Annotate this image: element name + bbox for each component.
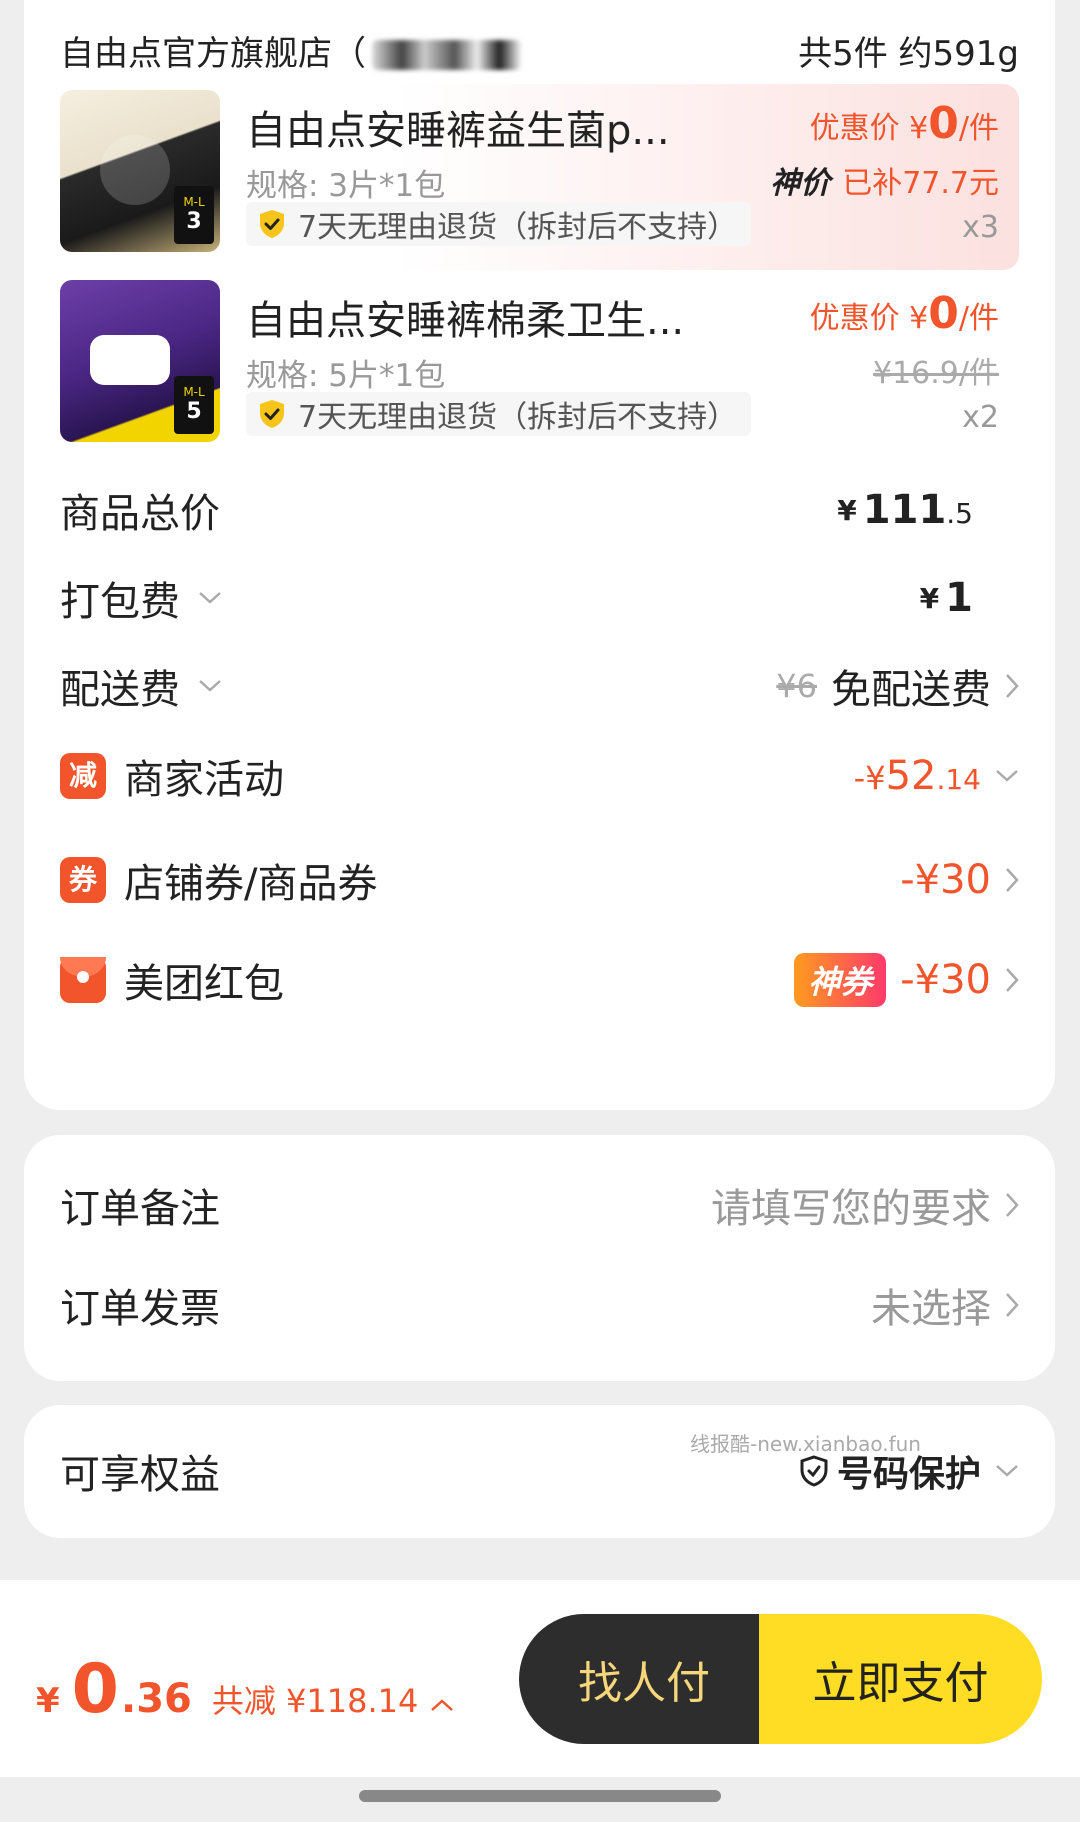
chevron-up-icon[interactable] [430,1698,454,1712]
checkout-bar: ¥ 0 .36 共减 ¥118.14 找人付 立即支付 [0,1580,1080,1777]
packing-fee-value: ¥1 [919,575,973,621]
delivery-fee-row[interactable]: 配送费 ¥6 免配送费 [60,656,1019,716]
product-spec: 规格: 3片*1包 [246,168,446,204]
store-coupon-value: -¥30 [900,857,991,903]
order-remark-input[interactable]: 请填写您的要求 [711,1176,991,1234]
goods-total-label: 商品总价 [60,491,220,537]
product-quantity: x3 [962,210,999,245]
free-delivery-text: 免配送费 [831,667,991,713]
packing-fee-row[interactable]: 打包费 ¥1 [60,568,1019,628]
chevron-right-icon[interactable] [1005,967,1019,993]
delivery-original-fee: ¥6 [776,667,817,705]
shenjia-logo: 神价 [770,166,831,201]
merchant-activity-row[interactable]: 减 商家活动 -¥52.14 [60,746,1019,806]
total-saved: 共减 ¥118.14 [211,1682,419,1720]
return-policy-tag: 7天无理由退货（拆封后不支持） [246,202,752,246]
deal-price: 优惠价 ¥0/件 [809,288,999,339]
rights-card: 可享权益 号码保护 [24,1405,1055,1538]
chevron-right-icon[interactable] [1005,673,1019,699]
return-policy-text: 7天无理由退货（拆封后不支持） [298,210,738,245]
product-quantity: x2 [962,400,999,435]
chevron-right-icon[interactable] [1005,1292,1019,1318]
goods-total-row: 商品总价 ¥111.5 [60,480,1019,540]
order-remark-label: 订单备注 [60,1186,220,1232]
chevron-right-icon[interactable] [1005,1192,1019,1218]
return-policy-text: 7天无理由退货（拆封后不支持） [298,400,738,435]
product-spec: 规格: 5片*1包 [246,358,446,394]
coupon-badge-icon: 券 [60,857,106,903]
pay-now-button[interactable]: 立即支付 [759,1614,1042,1744]
red-packet-icon [60,957,106,1003]
product-name: 自由点安睡裤益生菌p... [246,108,670,154]
shield-check-icon [260,400,284,428]
order-card: 自由点官方旗舰店（ 共5件 约591g M-L 3 自由点安睡裤益生菌p... 规… [24,0,1055,1110]
rights-label: 可享权益 [60,1452,220,1498]
product-name: 自由点安睡裤棉柔卫生... [246,298,685,344]
order-remark-row[interactable]: 订单备注 请填写您的要求 [60,1175,1019,1235]
product-image[interactable]: M-L 3 [60,90,220,252]
product-item[interactable]: M-L 5 自由点安睡裤棉柔卫生... 规格: 5片*1包 7天无理由退货（拆封后… [60,280,1019,450]
chevron-right-icon[interactable] [1005,867,1019,893]
packing-fee-label: 打包费 [60,579,180,625]
product-image-size-badge: M-L 3 [174,186,214,244]
order-invoice-row[interactable]: 订单发票 未选择 [60,1275,1019,1335]
red-packet-label: 美团红包 [124,961,284,1007]
delivery-fee-label: 配送费 [60,667,180,713]
watermark-text: 线报酷-new.xianbao.fun [690,1432,921,1456]
goods-total-value: ¥111.5 [837,487,973,533]
shenquan-tag: 神券 [794,953,887,1007]
original-price: ¥16.9/件 [873,356,999,391]
payable-total[interactable]: ¥ 0 .36 共减 ¥118.14 [36,1650,454,1729]
order-invoice-value: 未选择 [871,1286,991,1332]
pay-button-group: 找人付 立即支付 [519,1614,1042,1744]
merchant-activity-label: 商家活动 [124,757,284,803]
chevron-down-icon[interactable] [995,1464,1019,1478]
red-packet-value: -¥30 [900,957,991,1003]
return-policy-tag: 7天无理由退货（拆封后不支持） [246,392,752,436]
store-coupon-row[interactable]: 券 店铺券/商品券 -¥30 [60,850,1019,910]
chevron-down-icon[interactable] [198,591,222,605]
red-packet-row[interactable]: 美团红包 神券 -¥30 [60,950,1019,1010]
shield-icon [800,1455,828,1487]
product-image-size-badge: M-L 5 [174,376,214,434]
order-weight-summary: 共5件 约591g [798,33,1019,74]
deal-price: 优惠价 ¥0/件 [809,98,999,149]
checkout-page: 自由点官方旗舰店（ 共5件 约591g M-L 3 自由点安睡裤益生菌p... 规… [0,0,1080,1822]
order-invoice-label: 订单发票 [60,1286,220,1332]
subsidy-info: 神价 已补77.7元 [770,158,999,202]
store-coupon-label: 店铺券/商品券 [124,861,378,907]
product-image[interactable]: M-L 5 [60,280,220,442]
subsidy-amount: 已补77.7元 [842,166,999,201]
merchant-activity-value: -¥52.14 [853,753,981,799]
ask-friend-pay-button[interactable]: 找人付 [519,1614,759,1744]
store-name[interactable]: 自由点官方旗舰店（ [60,26,522,75]
chevron-down-icon[interactable] [995,769,1019,783]
shield-check-icon [260,210,284,238]
home-indicator[interactable] [359,1790,721,1802]
discount-badge-icon: 减 [60,753,106,799]
chevron-down-icon[interactable] [198,679,222,693]
blurred-store-location [372,40,522,70]
product-item[interactable]: M-L 3 自由点安睡裤益生菌p... 规格: 3片*1包 7天无理由退货（拆封后… [60,84,1019,270]
order-extras-card: 订单备注 请填写您的要求 订单发票 未选择 [24,1135,1055,1381]
store-header: 自由点官方旗舰店（ 共5件 约591g [60,30,1019,74]
